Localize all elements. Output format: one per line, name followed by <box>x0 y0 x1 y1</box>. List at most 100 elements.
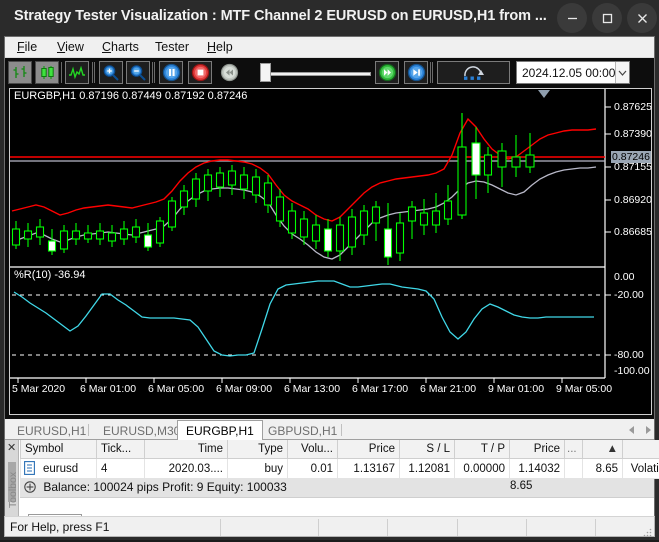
time-axis-label-0: 5 Mar 2020 <box>12 383 65 395</box>
chart-tab-divider-1 <box>88 424 89 436</box>
cell-comment[interactable]: Volatility Doctor <box>623 459 659 479</box>
trade-table: Symbol Tick... Time Type Volu... Price S… <box>20 440 659 479</box>
tab-scroll-left-icon[interactable] <box>628 422 635 440</box>
resize-grip[interactable] <box>642 524 652 534</box>
col-price-open[interactable]: Price <box>338 440 400 459</box>
speed-slider[interactable] <box>256 61 374 84</box>
col-volume[interactable]: Volu... <box>288 440 338 459</box>
toolbar-separator-2 <box>92 62 93 83</box>
fast-forward-icon[interactable] <box>375 61 399 84</box>
client-area: File View Charts Tester Help <box>4 36 655 536</box>
col-swap[interactable]: ... <box>565 440 583 459</box>
chart-tab-eurusd-m30[interactable]: EURUSD,M30 <box>95 421 188 440</box>
toolbar-separator-4b <box>432 62 433 83</box>
expand-icon[interactable] <box>24 481 36 496</box>
cell-symbol[interactable]: eurusd <box>21 459 97 479</box>
time-axis-label-1: 6 Mar 01:00 <box>80 383 136 395</box>
menu-item-charts[interactable]: Charts <box>100 40 141 54</box>
zoom-in-icon[interactable] <box>99 61 123 84</box>
tab-scroll-right-icon[interactable] <box>645 422 652 440</box>
cell-symbol-text: eurusd <box>43 463 78 475</box>
cell-swap[interactable] <box>565 459 583 479</box>
col-symbol[interactable]: Symbol <box>21 440 97 459</box>
chart-ohlc-header: EURGBP,H1 0.87196 0.87449 0.87192 0.8724… <box>14 90 247 102</box>
time-axis-label-2: 6 Mar 05:00 <box>148 383 204 395</box>
rewind-icon[interactable] <box>217 61 241 84</box>
menu-item-view[interactable]: View <box>55 40 86 54</box>
chevron-down-icon[interactable] <box>615 62 629 83</box>
candlestick-chart-icon[interactable] <box>35 61 59 84</box>
chart-tab-eurusd-h1[interactable]: EURUSD,H1 <box>9 421 94 440</box>
status-divider-5 <box>526 519 527 536</box>
chart-canvas[interactable]: EURGBP,H1 0.87196 0.87449 0.87192 0.8724… <box>9 88 652 415</box>
menu-item-tester[interactable]: Tester <box>153 40 191 54</box>
table-row[interactable]: eurusd 4 2020.03.... buy 0.01 1.13167 1.… <box>21 459 659 479</box>
title-bar[interactable]: Strategy Tester Visualization : MTF Chan… <box>0 0 659 36</box>
cell-volume[interactable]: 0.01 <box>288 459 338 479</box>
maximize-button[interactable] <box>592 3 622 33</box>
col-profit-sort[interactable]: ▲ <box>583 440 623 459</box>
toolbox-close-icon[interactable]: ✕ <box>7 441 16 454</box>
col-type[interactable]: Type <box>228 440 288 459</box>
col-time[interactable]: Time <box>145 440 228 459</box>
menu-item-help[interactable]: Help <box>205 40 235 54</box>
line-chart-icon[interactable] <box>65 61 89 84</box>
tester-date-value: 2024.12.05 00:00 <box>517 66 615 80</box>
status-divider-2 <box>318 519 319 536</box>
col-tp[interactable]: T / P <box>455 440 510 459</box>
stop-icon[interactable] <box>188 61 212 84</box>
tester-date-input[interactable]: 2024.12.05 00:00 <box>516 61 630 84</box>
minimize-button[interactable] <box>557 3 587 33</box>
price-axis-label-2: 0.87155 <box>614 161 652 173</box>
menu-item-file[interactable]: File <box>15 40 39 54</box>
time-axis-label-4: 6 Mar 13:00 <box>284 383 340 395</box>
toolbar-separator-3 <box>152 62 153 83</box>
speed-slider-thumb[interactable] <box>260 63 271 82</box>
status-divider-3 <box>387 519 388 536</box>
col-price-current[interactable]: Price <box>510 440 565 459</box>
close-button[interactable] <box>627 3 657 33</box>
time-axis-label-5: 6 Mar 17:00 <box>352 383 408 395</box>
account-summary-total: 8.65 <box>510 480 532 492</box>
col-ticket[interactable]: Tick... <box>97 440 145 459</box>
indicator-header: %R(10) -36.94 <box>14 269 86 281</box>
chart-area: EURGBP,H1 0.87196 0.87449 0.87192 0.8724… <box>5 87 654 419</box>
time-axis-label-7: 9 Mar 01:00 <box>488 383 544 395</box>
cell-time[interactable]: 2020.03.... <box>145 459 228 479</box>
tester-toolbar: 2024.12.05 00:00 <box>5 58 654 87</box>
step-forward-icon[interactable] <box>404 61 428 84</box>
cell-profit[interactable]: 8.65 <box>583 459 623 479</box>
time-axis-label-6: 6 Mar 21:00 <box>420 383 476 395</box>
chart-tab-gbpusd-h1[interactable]: GBPUSD,H1 <box>260 421 345 440</box>
jump-to-date-icon[interactable] <box>437 61 510 84</box>
toolbar-separator-1 <box>61 62 62 83</box>
cell-type[interactable]: buy <box>228 459 288 479</box>
window-controls <box>552 3 657 33</box>
time-axis-label-3: 6 Mar 09:00 <box>216 383 272 395</box>
col-sl[interactable]: S / L <box>400 440 455 459</box>
col-comment[interactable]: Comment <box>623 440 659 459</box>
order-icon <box>24 461 35 478</box>
cell-price-current[interactable]: 1.14032 <box>510 459 565 479</box>
price-axis-label-0: 0.87625 <box>614 101 652 113</box>
indicator-axis-label-3: -100.00 <box>614 365 650 377</box>
account-summary-left: Balance: 100024 pips Profit: 9 Equity: 1… <box>24 480 287 496</box>
cell-sl[interactable]: 1.12081 <box>400 459 455 479</box>
status-divider-6 <box>595 519 596 536</box>
window-title: Strategy Tester Visualization : MTF Chan… <box>14 8 547 24</box>
bar-chart-icon[interactable] <box>8 61 32 84</box>
price-axis-label-1: 0.87390 <box>614 128 652 140</box>
chart-tab-eurgbp-h1[interactable]: EURGBP,H1 <box>177 420 263 441</box>
time-axis-label-8: 9 Mar 05:00 <box>556 383 612 395</box>
cell-tp[interactable]: 0.00000 <box>455 459 510 479</box>
table-header-row: Symbol Tick... Time Type Volu... Price S… <box>21 440 659 459</box>
cell-ticket[interactable]: 4 <box>97 459 145 479</box>
indicator-axis-label-1: -20.00 <box>614 289 644 301</box>
zoom-out-icon[interactable] <box>126 61 150 84</box>
pause-icon[interactable] <box>159 61 183 84</box>
cell-price-open[interactable]: 1.13167 <box>338 459 400 479</box>
chart-tab-bar: EURUSD,H1 EURUSD,M30 EURGBP,H1 GBPUSD,H1 <box>5 419 654 440</box>
toolbar-separator-2b <box>94 62 95 83</box>
account-summary-text: Balance: 100024 pips Profit: 9 Equity: 1… <box>43 480 287 494</box>
strategy-tester-window: Strategy Tester Visualization : MTF Chan… <box>0 0 659 540</box>
